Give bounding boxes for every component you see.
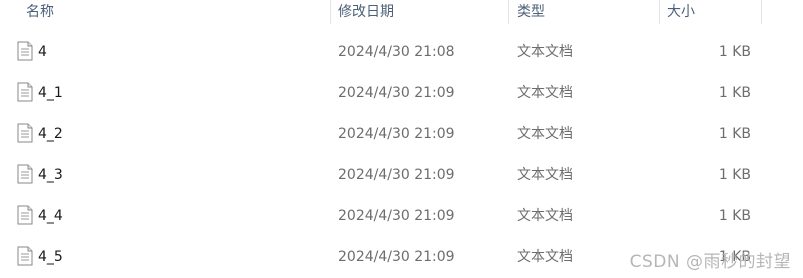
file-size: 1 KB (718, 167, 751, 183)
file-size: 1 KB (718, 44, 751, 60)
file-row[interactable]: 4_4 2024/4/30 21:09 文本文档 1 KB (0, 196, 803, 236)
file-date-modified: 2024/4/30 21:09 (338, 208, 455, 224)
file-name: 4 (38, 44, 47, 60)
file-name: 4_2 (38, 126, 63, 142)
file-date-modified: 2024/4/30 21:09 (338, 126, 455, 142)
column-divider[interactable] (659, 0, 660, 24)
file-type: 文本文档 (517, 126, 573, 142)
file-name: 4_1 (38, 85, 63, 101)
column-divider[interactable] (761, 0, 762, 24)
text-file-icon (16, 123, 34, 143)
watermark: CSDN @雨秒的封望 (629, 252, 791, 272)
file-size: 1 KB (718, 126, 751, 142)
text-file-icon (16, 82, 34, 102)
file-name: 4_3 (38, 167, 63, 183)
file-row[interactable]: 4_3 2024/4/30 21:09 文本文档 1 KB (0, 155, 803, 195)
file-row[interactable]: 4_2 2024/4/30 21:09 文本文档 1 KB (0, 114, 803, 154)
file-type: 文本文档 (517, 85, 573, 101)
file-type: 文本文档 (517, 167, 573, 183)
text-file-icon (16, 205, 34, 225)
column-divider[interactable] (330, 0, 331, 24)
file-date-modified: 2024/4/30 21:08 (338, 44, 455, 60)
file-name: 4_5 (38, 249, 63, 265)
file-date-modified: 2024/4/30 21:09 (338, 249, 455, 265)
text-file-icon (16, 164, 34, 184)
file-type: 文本文档 (517, 208, 573, 224)
file-date-modified: 2024/4/30 21:09 (338, 167, 455, 183)
text-file-icon (16, 41, 34, 61)
text-file-icon (16, 246, 34, 266)
column-divider[interactable] (508, 0, 509, 24)
file-size: 1 KB (718, 85, 751, 101)
column-header: 名称 修改日期 类型 大小 (0, 0, 803, 24)
file-date-modified: 2024/4/30 21:09 (338, 85, 455, 101)
file-type: 文本文档 (517, 44, 573, 60)
file-row[interactable]: 4_1 2024/4/30 21:09 文本文档 1 KB (0, 73, 803, 113)
column-header-date-modified[interactable]: 修改日期 (338, 0, 394, 24)
file-row[interactable]: 4 2024/4/30 21:08 文本文档 1 KB (0, 32, 803, 72)
column-header-name[interactable]: 名称 (26, 0, 54, 24)
file-name: 4_4 (38, 208, 63, 224)
file-size: 1 KB (718, 208, 751, 224)
file-type: 文本文档 (517, 249, 573, 265)
column-header-size[interactable]: 大小 (667, 0, 695, 24)
column-header-type[interactable]: 类型 (517, 0, 545, 24)
